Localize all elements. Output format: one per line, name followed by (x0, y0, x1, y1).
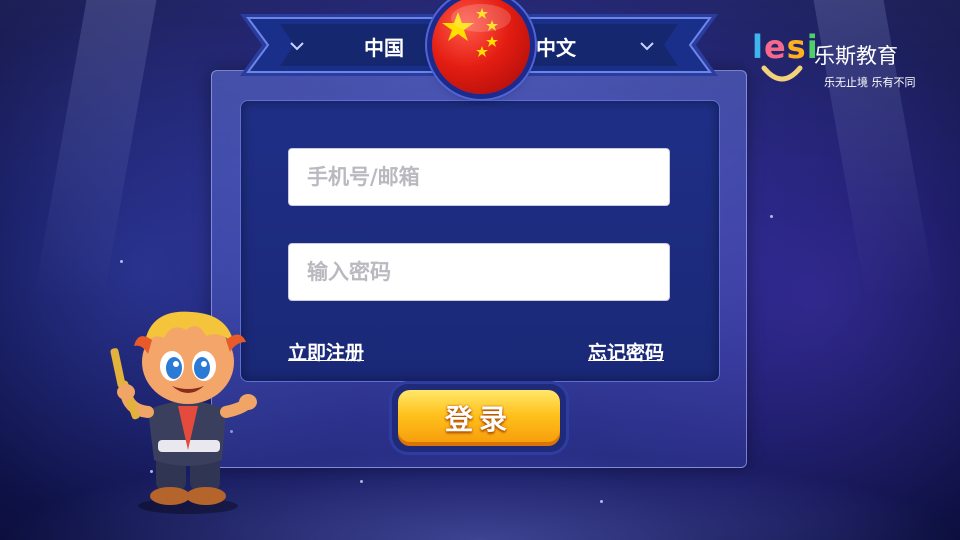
china-flag-icon[interactable] (432, 0, 530, 94)
chevron-down-icon (640, 42, 654, 51)
region-label: 中国 (364, 35, 404, 60)
login-button[interactable]: 登录 (392, 384, 566, 452)
chevron-down-icon (290, 42, 304, 51)
smile-icon (761, 65, 803, 82)
region-selector[interactable]: 中国 (288, 32, 408, 60)
language-selector[interactable]: 中文 (536, 32, 676, 60)
flag-stars (442, 4, 511, 57)
password-field[interactable] (288, 243, 670, 301)
sparkle (360, 480, 363, 483)
phone-email-field[interactable] (288, 148, 670, 206)
logo-wordmark-text: lesi (752, 28, 819, 66)
sparkle (600, 500, 603, 503)
sparkle (770, 215, 773, 218)
logo-wordmark: lesi (752, 30, 819, 64)
register-link[interactable]: 立即注册 (288, 338, 364, 365)
forgot-password-link[interactable]: 忘记密码 (588, 338, 664, 365)
brand-logo: lesi 乐斯教育 乐无止境 乐有不同 (752, 30, 932, 92)
brand-slogan: 乐无止境 乐有不同 (824, 76, 916, 89)
phone-email-input[interactable] (305, 164, 653, 190)
sparkle (120, 260, 123, 263)
mascot-character (110, 311, 257, 514)
language-label: 中文 (536, 35, 576, 60)
brand-name: 乐斯教育 (814, 44, 898, 68)
login-button-label: 登录 (398, 390, 560, 446)
password-input[interactable] (305, 259, 653, 285)
